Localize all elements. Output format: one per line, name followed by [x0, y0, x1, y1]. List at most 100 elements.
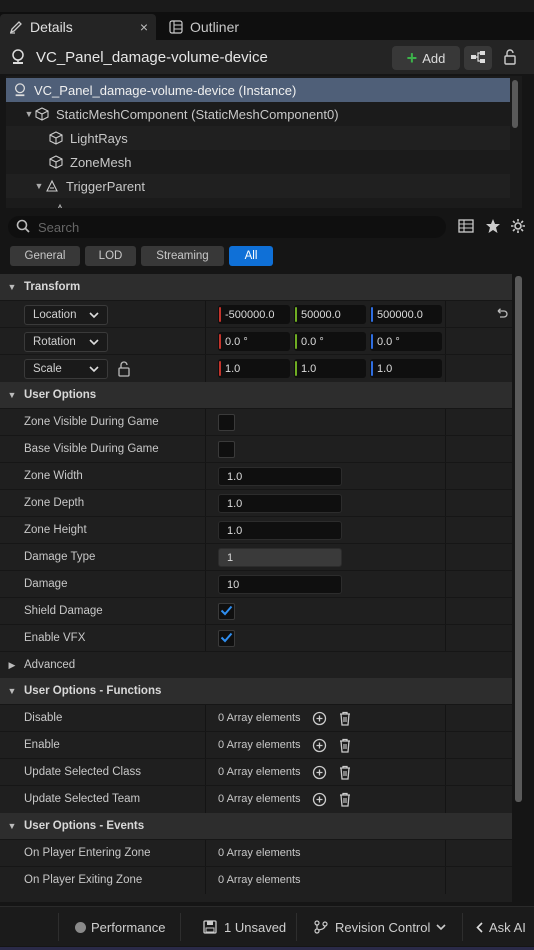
property-row-disable: Disable 0 Array elements: [0, 704, 512, 732]
filter-all[interactable]: All: [229, 246, 273, 266]
section-functions[interactable]: ▼ User Options - Functions: [0, 678, 512, 704]
advanced-expander[interactable]: ▶ Advanced: [0, 651, 512, 678]
rotation-z-field[interactable]: 0.0 °: [370, 332, 442, 351]
tree-scrollbar[interactable]: [512, 80, 518, 128]
trash-icon[interactable]: [337, 791, 353, 807]
unsaved-button[interactable]: 1 Unsaved: [203, 907, 286, 947]
zone-height-input[interactable]: 1.0: [218, 521, 342, 540]
property-row-player-entering: On Player Entering Zone 0 Array elements: [0, 839, 512, 867]
performance-dot-icon: [75, 921, 86, 933]
details-scrollbar[interactable]: [515, 276, 522, 802]
add-element-icon[interactable]: [311, 791, 327, 807]
actor-icon: [10, 49, 26, 65]
tree-item-static-mesh[interactable]: ▼ StaticMeshComponent (StaticMeshCompone…: [6, 102, 510, 126]
tree-item-zonemesh[interactable]: ZoneMesh: [6, 150, 510, 174]
base-visible-checkbox[interactable]: [218, 441, 235, 458]
rotation-mode-dropdown[interactable]: Rotation: [24, 332, 108, 352]
section-user-options[interactable]: ▼ User Options: [0, 382, 512, 408]
collapse-arrow-icon: ▼: [7, 821, 17, 831]
array-count: 0 Array elements: [218, 766, 301, 778]
tree-item-partial: [6, 198, 510, 208]
scale-x-field[interactable]: 1.0: [218, 359, 290, 378]
tab-outliner[interactable]: Outliner: [160, 14, 280, 40]
property-row-scale: Scale 1.0 1.0 1.0: [0, 354, 512, 382]
column-divider: [445, 840, 446, 867]
search-box[interactable]: [8, 216, 446, 238]
property-label: Zone Visible During Game: [24, 416, 159, 428]
close-tab-icon[interactable]: ×: [140, 19, 148, 35]
section-title: User Options - Events: [24, 820, 145, 832]
performance-button[interactable]: Performance: [75, 907, 165, 947]
column-divider: [205, 705, 206, 732]
scale-y-value: 1.0: [301, 362, 317, 375]
ask-ai-button[interactable]: Ask AI: [476, 907, 526, 947]
revision-control-button[interactable]: Revision Control: [314, 907, 446, 947]
property-row-zone-height: Zone Height 1.0: [0, 516, 512, 544]
blueprint-button[interactable]: [464, 46, 492, 70]
scale-lock-icon[interactable]: [117, 361, 131, 380]
section-events[interactable]: ▼ User Options - Events: [0, 813, 512, 839]
tree-item-lightrays[interactable]: LightRays: [6, 126, 510, 150]
tab-details[interactable]: Details ×: [0, 14, 156, 40]
add-element-icon[interactable]: [311, 710, 327, 726]
tree-item-triggerparent[interactable]: ▼ TriggerParent: [6, 174, 510, 198]
add-component-button[interactable]: + Add: [392, 46, 460, 70]
chevron-down-icon: [89, 309, 99, 324]
property-row-location: Location -500000.0 50000.0 500000.0: [0, 300, 512, 328]
array-count: 0 Array elements: [218, 739, 301, 751]
column-divider: [205, 463, 206, 490]
property-row-update-team: Update Selected Team 0 Array elements: [0, 785, 512, 813]
add-element-icon[interactable]: [311, 764, 327, 780]
section-transform[interactable]: ▼ Transform: [0, 274, 512, 300]
column-divider: [445, 409, 446, 436]
column-divider: [205, 517, 206, 544]
rotation-y-field[interactable]: 0.0 °: [294, 332, 366, 351]
column-divider: [205, 625, 206, 652]
status-divider: [296, 913, 297, 941]
array-count: 0 Array elements: [218, 847, 301, 859]
unsaved-label: 1 Unsaved: [224, 919, 287, 935]
location-mode-dropdown[interactable]: Location: [24, 305, 108, 325]
status-divider: [462, 913, 463, 941]
scale-y-field[interactable]: 1.0: [294, 359, 366, 378]
status-divider: [180, 913, 181, 941]
filter-lod[interactable]: LOD: [85, 246, 136, 266]
filter-streaming[interactable]: Streaming: [141, 246, 224, 266]
property-row-player-exiting: On Player Exiting Zone 0 Array elements: [0, 866, 512, 894]
trash-icon[interactable]: [337, 764, 353, 780]
tree-item-instance[interactable]: VC_Panel_damage-volume-device (Instance): [6, 78, 510, 102]
location-x-field[interactable]: -500000.0: [218, 305, 290, 324]
enable-vfx-checkbox[interactable]: [218, 630, 235, 647]
collapse-arrow-icon: ▼: [7, 390, 17, 400]
scale-mode-dropdown[interactable]: Scale: [24, 359, 108, 379]
column-divider: [445, 625, 446, 652]
damage-input[interactable]: 10: [218, 575, 342, 594]
column-divider: [445, 867, 446, 894]
expand-arrow-icon[interactable]: ▼: [24, 109, 34, 119]
section-title: User Options - Functions: [24, 685, 162, 697]
reset-to-default-icon[interactable]: [494, 307, 508, 324]
location-z-field[interactable]: 500000.0: [370, 305, 442, 324]
add-element-icon[interactable]: [311, 737, 327, 753]
zone-width-input[interactable]: 1.0: [218, 467, 342, 486]
scale-z-field[interactable]: 1.0: [370, 359, 442, 378]
pencil-icon: [8, 19, 24, 35]
expand-arrow-icon[interactable]: ▼: [34, 181, 44, 191]
trash-icon[interactable]: [337, 710, 353, 726]
rotation-x-field[interactable]: 0.0 °: [218, 332, 290, 351]
favorites-button[interactable]: [484, 218, 502, 236]
tree-item-label: ZoneMesh: [70, 154, 132, 170]
location-y-field[interactable]: 50000.0: [294, 305, 366, 324]
shield-damage-checkbox[interactable]: [218, 603, 235, 620]
filter-general[interactable]: General: [10, 246, 80, 266]
trash-icon[interactable]: [337, 737, 353, 753]
search-input[interactable]: [38, 219, 418, 235]
properties-panel: ▼ Transform Location -500000.0 50000.0 5…: [0, 274, 512, 902]
property-matrix-button[interactable]: [457, 218, 475, 236]
lock-selection-button[interactable]: [500, 48, 520, 68]
zone-depth-input[interactable]: 1.0: [218, 494, 342, 513]
scale-z-value: 1.0: [377, 362, 393, 375]
zone-visible-checkbox[interactable]: [218, 414, 235, 431]
damage-type-input[interactable]: 1: [218, 548, 342, 567]
settings-button[interactable]: [509, 218, 527, 236]
